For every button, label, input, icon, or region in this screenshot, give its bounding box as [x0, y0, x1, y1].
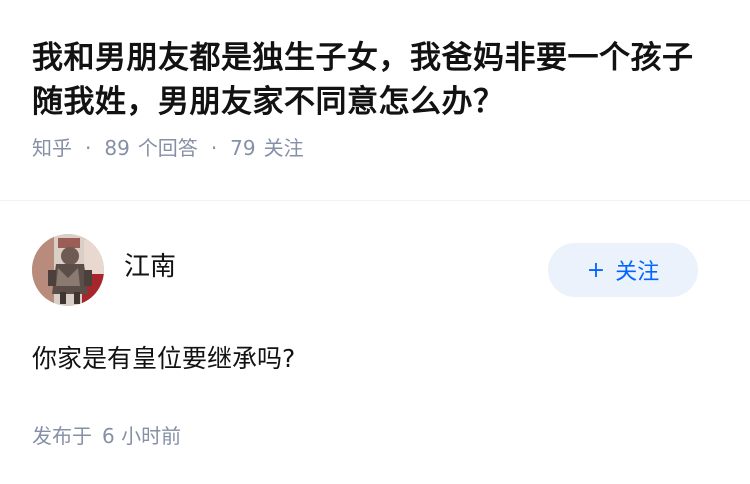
answer-time: 发布于 6 小时前: [32, 422, 718, 450]
separator-dot: ·: [85, 136, 92, 160]
separator-dot: ·: [210, 136, 218, 160]
question-header: 我和男朋友都是独生子女，我爸妈非要一个孩子随我姓，男朋友家不同意怎么办？ 知乎 …: [32, 36, 722, 162]
section-divider: [0, 200, 750, 201]
plus-icon: +: [586, 257, 606, 283]
source-label: 知乎: [32, 136, 72, 160]
follower-count-label: 关注: [263, 136, 304, 160]
follow-button[interactable]: + 关注: [548, 243, 698, 297]
answer-content[interactable]: 你家是有皇位要继承吗?: [32, 340, 718, 378]
answer-count-label: 个回答: [137, 136, 198, 160]
question-title[interactable]: 我和男朋友都是独生子女，我爸妈非要一个孩子随我姓，男朋友家不同意怎么办？: [32, 36, 722, 124]
answer-time-prefix: 发布于: [32, 424, 92, 448]
answer-card: 江南 + 关注 你家是有皇位要继承吗? 发布于 6 小时前: [32, 234, 718, 450]
follower-count: 79: [230, 136, 256, 160]
answer-count: 89: [104, 136, 130, 160]
follow-button-label: 关注: [615, 260, 660, 285]
author-name[interactable]: 江南: [124, 249, 176, 285]
figurine-photo-avatar-icon: [32, 234, 104, 306]
author-row: 江南 + 关注: [32, 234, 718, 306]
avatar[interactable]: [32, 234, 104, 306]
answer-time-value: 6 小时前: [102, 424, 182, 448]
question-meta: 知乎 · 89 个回答 · 79 关注: [32, 134, 722, 162]
